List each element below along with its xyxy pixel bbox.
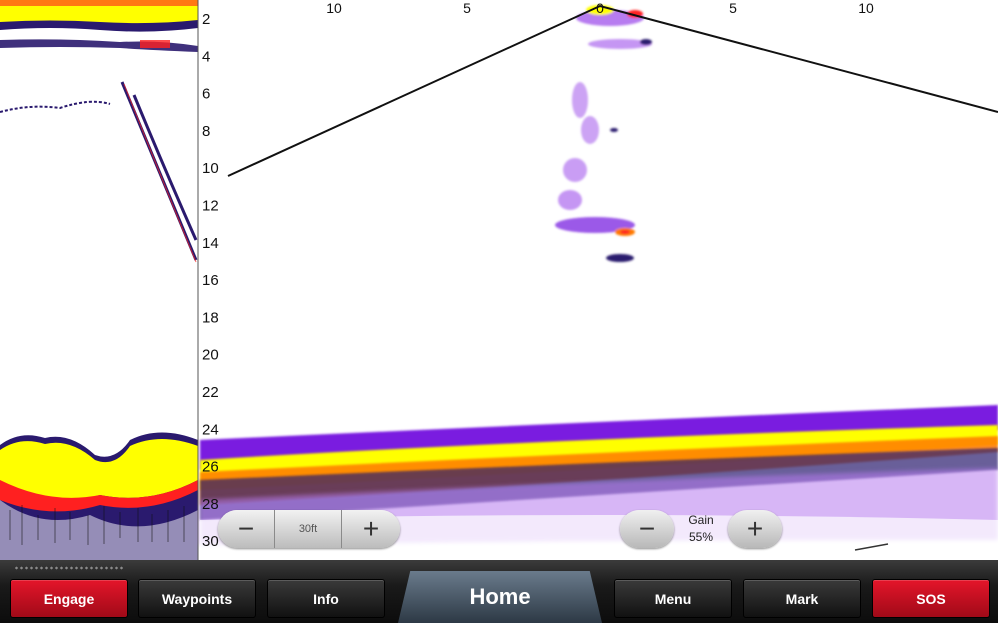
- range-control: − 30ft +: [218, 510, 400, 548]
- depth-label: 12: [202, 198, 219, 215]
- waypoints-button[interactable]: Waypoints: [138, 579, 256, 618]
- info-button[interactable]: Info: [267, 579, 385, 618]
- gain-minus-button[interactable]: −: [620, 510, 674, 548]
- sonar-display: 24681012141618202224262830 10 5 0 5 10: [0, 0, 998, 560]
- engage-button[interactable]: Engage: [10, 579, 128, 618]
- depth-label: 14: [202, 235, 219, 252]
- depth-label: 10: [202, 160, 219, 177]
- depth-label: 22: [202, 384, 219, 401]
- depth-label: 6: [202, 86, 210, 103]
- livescope-view: [200, 4, 998, 560]
- range-label: 10: [858, 0, 874, 16]
- depth-label: 4: [202, 48, 210, 65]
- depth-scale: 24681012141618202224262830: [202, 11, 219, 550]
- gain-plus-button[interactable]: +: [728, 510, 782, 548]
- depth-label: 30: [202, 533, 219, 550]
- menu-button[interactable]: Menu: [614, 579, 732, 618]
- gain-readout: Gain 55%: [674, 512, 728, 546]
- depth-label: 8: [202, 123, 210, 140]
- range-plus-button[interactable]: +: [342, 510, 400, 548]
- depth-label: 24: [202, 421, 219, 438]
- sos-button[interactable]: SOS: [872, 579, 990, 618]
- depth-label: 18: [202, 309, 219, 326]
- mark-button[interactable]: Mark: [743, 579, 861, 618]
- depth-label: 16: [202, 272, 219, 289]
- gain-control: − Gain 55% +: [620, 510, 782, 550]
- range-scale: 10 5 0 5 10: [326, 0, 874, 16]
- gain-value: 55%: [688, 530, 714, 544]
- home-button[interactable]: Home: [398, 571, 602, 623]
- gain-label: Gain: [688, 513, 714, 527]
- range-label: 5: [729, 0, 737, 16]
- depth-label: 28: [202, 496, 219, 513]
- depth-label: 26: [202, 459, 219, 476]
- sonar-history-panel: [0, 0, 199, 560]
- depth-label: 20: [202, 347, 219, 364]
- range-label: 0: [596, 0, 604, 16]
- range-minus-button[interactable]: −: [218, 510, 275, 548]
- range-label: 5: [463, 0, 471, 16]
- range-value[interactable]: 30ft: [275, 510, 342, 548]
- depth-label: 2: [202, 11, 210, 28]
- range-label: 10: [326, 0, 342, 16]
- status-dots: [14, 566, 124, 570]
